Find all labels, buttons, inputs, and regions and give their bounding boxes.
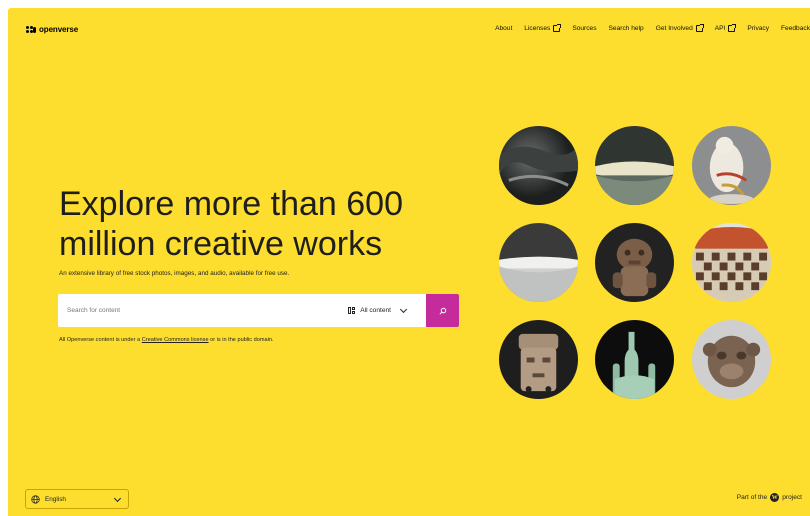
search-bar: All content [58,294,459,327]
page: openverse About Licenses Sources Search … [8,8,810,516]
nav-feedback[interactable]: Feedback [781,25,810,32]
external-link-icon [553,24,562,32]
license-link[interactable]: Creative Commons license [142,337,209,343]
content-type-label: All content [360,307,391,314]
license-note: All Openverse content is under a Creativ… [59,337,274,343]
main-nav: About Licenses Sources Search help Get I… [495,24,810,32]
chevron-down-icon [399,305,408,314]
search-input[interactable] [58,299,329,322]
nav-licenses[interactable]: Licenses [524,24,562,32]
language-label: English [45,495,66,503]
nav-sources[interactable]: Sources [572,25,596,32]
page-subheading: An extensive library of free stock photo… [59,270,290,277]
gallery-image[interactable] [499,223,578,302]
credit-prefix: Part of the [736,494,768,501]
license-prefix: All Openverse content is under a [59,337,142,343]
wordpress-icon: W [770,493,780,502]
nav-search-help[interactable]: Search help [609,25,644,32]
external-link-icon [728,24,737,32]
gallery-image[interactable] [595,126,674,205]
gallery-image[interactable] [692,126,771,205]
nav-api-label: API [714,25,726,32]
nav-feedback-label: Feedback [781,25,810,32]
content-grid-icon [348,307,356,314]
gallery-image[interactable] [595,223,674,302]
nav-about[interactable]: About [495,25,512,32]
license-suffix: or is in the public domain. [208,337,274,343]
nav-licenses-label: Licenses [524,25,551,32]
search-button[interactable] [426,294,459,327]
openverse-logo[interactable]: openverse [26,25,78,34]
content-type-select[interactable]: All content [348,294,408,327]
gallery-image[interactable] [692,320,771,399]
gallery-image[interactable] [499,320,578,399]
nav-sources-label: Sources [572,25,597,32]
nav-api[interactable]: API [714,24,737,32]
gallery-image[interactable] [595,320,674,399]
logo-icon [26,25,36,34]
nav-privacy-label: Privacy [747,25,770,32]
nav-about-label: About [495,25,513,32]
gallery-image[interactable] [692,223,771,302]
language-select[interactable]: English [25,489,129,509]
wordpress-credit[interactable]: Part of the W project [737,493,802,502]
nav-search-help-label: Search help [608,25,644,32]
logo-text: openverse [39,25,79,34]
nav-get-involved[interactable]: Get Involved [655,24,704,32]
search-icon [439,307,446,314]
nav-privacy[interactable]: Privacy [747,25,769,32]
page-title: Explore more than 600 million creative w… [59,185,403,263]
external-link-icon [695,24,704,32]
chevron-down-icon [113,494,122,502]
gallery-image[interactable] [499,126,578,205]
nav-get-involved-label: Get Involved [655,25,693,32]
globe-icon [31,494,40,504]
credit-suffix: project [782,494,802,501]
